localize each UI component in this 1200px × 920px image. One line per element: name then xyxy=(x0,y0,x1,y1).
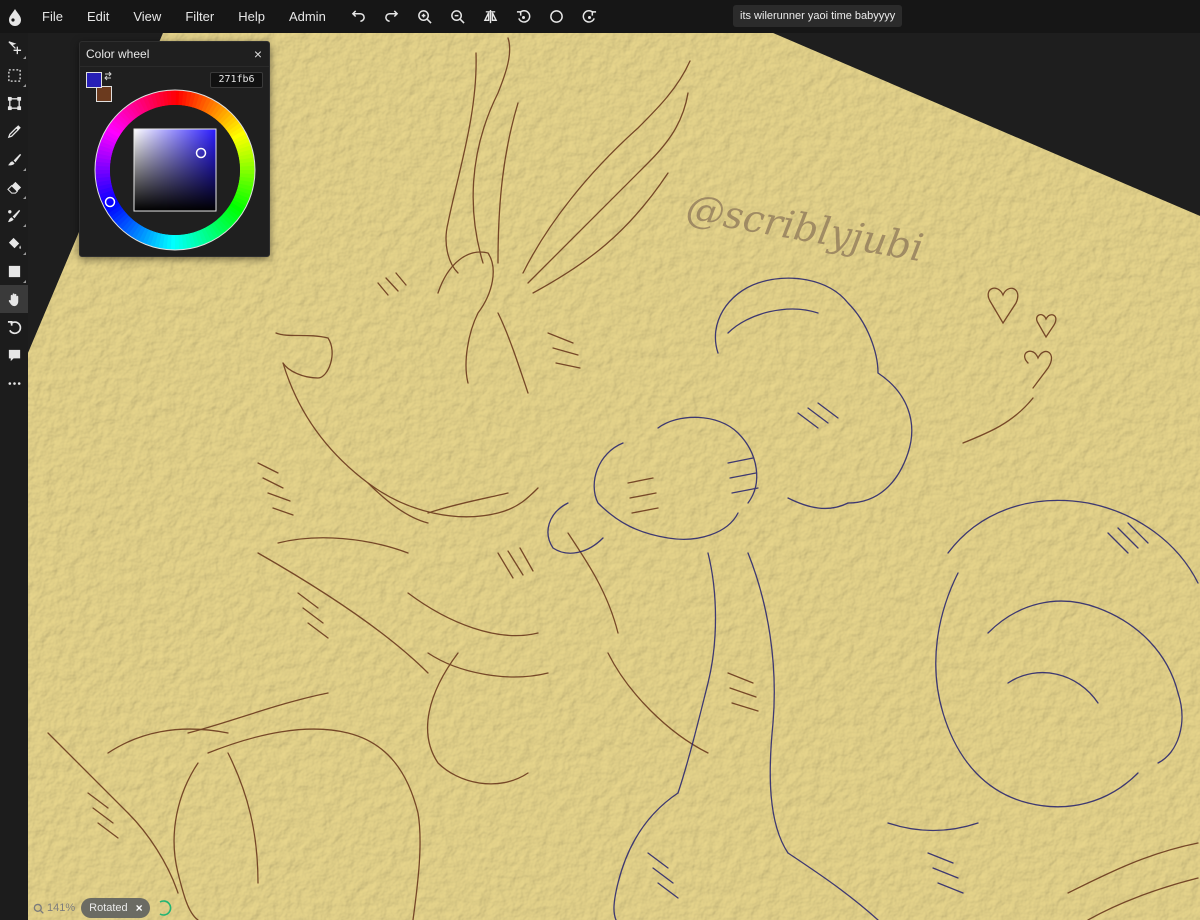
brush-icon xyxy=(7,153,21,165)
color-wheel-header[interactable]: Color wheel × xyxy=(80,42,269,67)
zoom-in-icon[interactable] xyxy=(408,0,441,33)
menu-edit[interactable]: Edit xyxy=(75,0,121,33)
rotated-badge[interactable]: Rotated × xyxy=(81,898,150,918)
swap-colors-icon[interactable] xyxy=(103,71,113,81)
app-drop-logo-icon[interactable] xyxy=(0,0,30,33)
select-tool[interactable] xyxy=(0,61,28,89)
paint-bucket-icon xyxy=(8,237,21,249)
undo-icon[interactable] xyxy=(342,0,375,33)
reset-rotation-close-icon[interactable]: × xyxy=(136,901,143,915)
marquee-select-icon xyxy=(7,68,21,82)
loading-spinner-icon xyxy=(159,900,172,916)
eyedropper-tool[interactable] xyxy=(0,117,28,145)
move-arrows-icon xyxy=(7,40,21,54)
smudge-icon xyxy=(7,209,20,222)
color-wheel-panel: Color wheel × 271fb6 xyxy=(79,41,270,257)
menu-filter[interactable]: Filter xyxy=(173,0,226,33)
room-title[interactable]: its wilerunner yaoi time babyyyy xyxy=(733,5,903,27)
rotate-icon xyxy=(7,320,21,334)
hand-tool[interactable] xyxy=(0,285,28,313)
ellipsis-icon xyxy=(8,381,20,385)
reset-rotation-icon[interactable] xyxy=(540,0,573,33)
flip-icon[interactable] xyxy=(474,0,507,33)
chat-tool[interactable] xyxy=(0,341,28,369)
rotate-left-icon[interactable] xyxy=(507,0,540,33)
speech-bubble-icon xyxy=(8,349,20,361)
eraser-icon xyxy=(6,181,21,194)
move-tool[interactable] xyxy=(0,33,28,61)
eyedropper-icon xyxy=(7,124,21,138)
shape-tool[interactable] xyxy=(0,257,28,285)
rotated-label: Rotated xyxy=(89,902,128,914)
hand-icon xyxy=(8,292,18,306)
hue-wheel[interactable] xyxy=(94,89,256,251)
zoom-magnifier-icon xyxy=(33,903,44,914)
square-shape-icon xyxy=(8,265,20,277)
transform-tool[interactable] xyxy=(0,89,28,117)
menu-admin[interactable]: Admin xyxy=(277,0,338,33)
redo-icon[interactable] xyxy=(375,0,408,33)
zoom-indicator[interactable]: 141% xyxy=(33,902,75,914)
hex-color-input[interactable]: 271fb6 xyxy=(210,72,263,88)
tool-bar xyxy=(0,33,28,920)
color-wheel-title: Color wheel xyxy=(86,47,150,61)
more-tools[interactable] xyxy=(0,369,28,397)
fill-tool[interactable] xyxy=(0,229,28,257)
menu-file[interactable]: File xyxy=(30,0,75,33)
rotate-tool[interactable] xyxy=(0,313,28,341)
status-bar: 141% Rotated × xyxy=(33,898,172,918)
menu-help[interactable]: Help xyxy=(226,0,277,33)
transform-icon xyxy=(7,96,21,110)
smudge-tool[interactable] xyxy=(0,201,28,229)
zoom-out-icon[interactable] xyxy=(441,0,474,33)
zoom-level: 141% xyxy=(47,902,76,914)
rotate-right-icon[interactable] xyxy=(573,0,606,33)
close-icon[interactable]: × xyxy=(254,46,262,62)
eraser-tool[interactable] xyxy=(0,173,28,201)
brush-tool[interactable] xyxy=(0,145,28,173)
menu-view[interactable]: View xyxy=(121,0,173,33)
menu-bar: File Edit View Filter Help Admin its wil… xyxy=(0,0,1200,33)
primary-color-swatch[interactable] xyxy=(86,72,102,88)
